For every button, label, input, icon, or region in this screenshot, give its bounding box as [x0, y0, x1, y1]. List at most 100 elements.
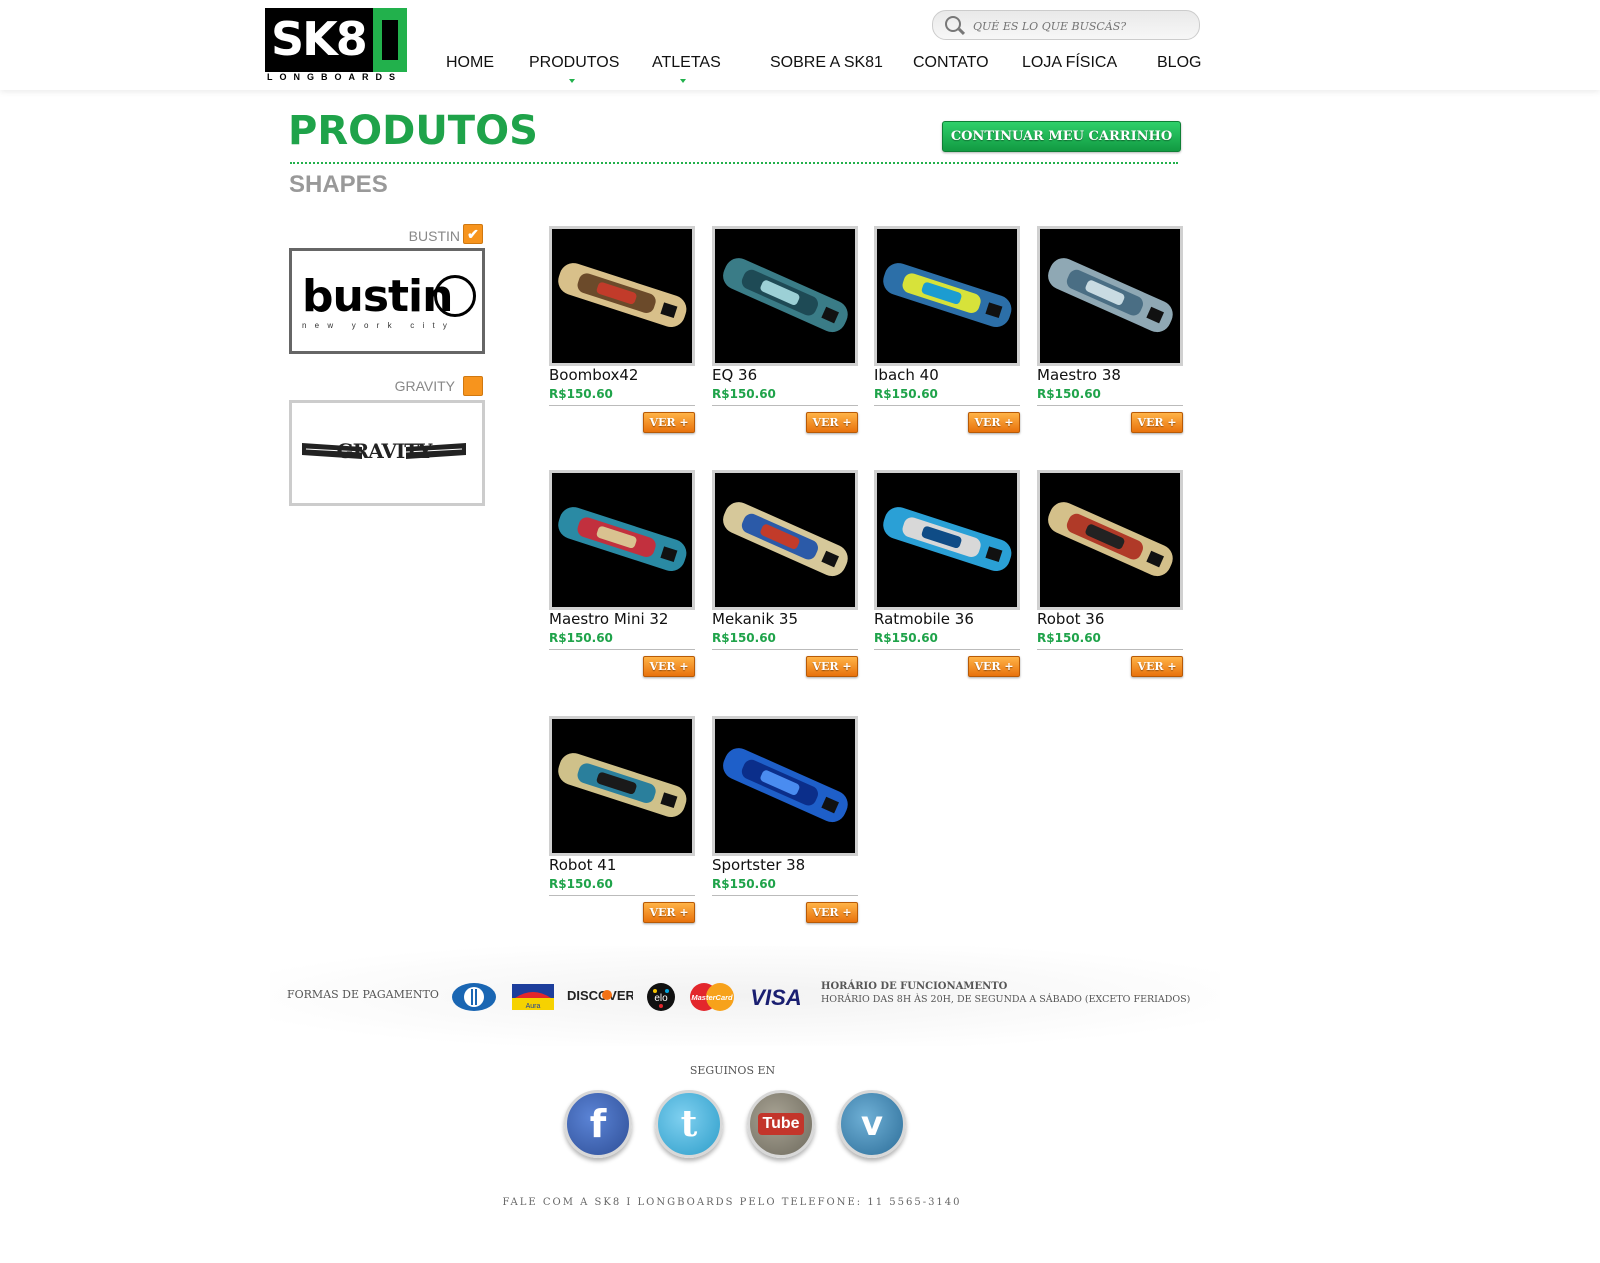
product-card[interactable]: Mekanik 35 R$150.60 VER + [712, 470, 858, 680]
search-box [932, 10, 1200, 40]
product-image[interactable] [874, 470, 1020, 610]
product-image[interactable] [549, 470, 695, 610]
nav-produtos[interactable]: PRODUTOS [529, 54, 619, 72]
view-product-button[interactable]: VER + [806, 902, 858, 923]
divider [874, 405, 1020, 406]
svg-text:DISCOVER: DISCOVER [567, 988, 633, 1003]
product-name[interactable]: Sportster 38 [712, 856, 805, 874]
product-card[interactable]: Boombox42 R$150.60 VER + [549, 226, 695, 436]
divider [1037, 649, 1183, 650]
search-icon[interactable] [945, 16, 961, 32]
product-name[interactable]: Robot 41 [549, 856, 616, 874]
svg-text:MasterCard: MasterCard [691, 993, 733, 1002]
product-name[interactable]: Maestro Mini 32 [549, 610, 668, 628]
view-product-button[interactable]: VER + [968, 656, 1020, 677]
phone-text: FALE COM A SK8 I LONGBOARDS PELO TELEFON… [502, 1197, 962, 1208]
search-input[interactable] [971, 15, 1185, 37]
product-card[interactable]: Maestro 38 R$150.60 VER + [1037, 226, 1183, 436]
gravity-logo-text: GRAVITY [336, 439, 433, 463]
nav-atletas[interactable]: ATLETAS [652, 54, 721, 72]
aura-icon: Aura [512, 984, 554, 1010]
product-price: R$150.60 [874, 631, 938, 645]
view-product-button[interactable]: VER + [806, 412, 858, 433]
divider [549, 649, 695, 650]
brand-card-bustin[interactable]: bustin n e w y o r k c i t y [289, 248, 485, 354]
logo-subtitle: LONGBOARDS [267, 72, 402, 82]
facebook-icon[interactable]: f [564, 1090, 632, 1158]
nav-contato[interactable]: CONTATO [913, 54, 989, 72]
hours-title: HORÁRIO DE FUNCIONAMENTO [821, 981, 1008, 992]
view-product-button[interactable]: VER + [1131, 656, 1183, 677]
divider [1037, 405, 1183, 406]
product-image[interactable] [712, 470, 858, 610]
product-card[interactable]: Ibach 40 R$150.60 VER + [874, 226, 1020, 436]
bustin-skater-icon [434, 275, 476, 317]
product-name[interactable]: Ratmobile 36 [874, 610, 974, 628]
view-product-button[interactable]: VER + [1131, 412, 1183, 433]
youtube-icon[interactable]: Tube [747, 1090, 815, 1158]
view-product-button[interactable]: VER + [806, 656, 858, 677]
product-image[interactable] [1037, 226, 1183, 366]
sk81-logo[interactable]: SK8 LONGBOARDS [265, 8, 407, 84]
section-title: SHAPES [289, 171, 388, 198]
checkbox-checked-icon[interactable]: ✔ [463, 224, 483, 244]
longboard-image [558, 753, 687, 818]
product-image[interactable] [712, 226, 858, 366]
product-image[interactable] [549, 716, 695, 856]
view-product-button[interactable]: VER + [643, 656, 695, 677]
twitter-icon[interactable]: t [655, 1090, 723, 1158]
site-header: SK8 LONGBOARDS HOME PRODUTOS ATLETAS SOB… [0, 0, 1600, 90]
product-name[interactable]: Robot 36 [1037, 610, 1104, 628]
nav-sobre[interactable]: SOBRE A SK81 [770, 54, 883, 72]
longboard-image [723, 502, 848, 577]
product-card[interactable]: Sportster 38 R$150.60 VER + [712, 716, 858, 926]
diners-icon [452, 983, 496, 1011]
nav-blog[interactable]: BLOG [1157, 54, 1201, 72]
product-card[interactable]: Robot 36 R$150.60 VER + [1037, 470, 1183, 680]
view-product-button[interactable]: VER + [643, 902, 695, 923]
product-name[interactable]: Ibach 40 [874, 366, 939, 384]
product-price: R$150.60 [1037, 631, 1101, 645]
brand-label-bustin[interactable]: BUSTIN [380, 228, 460, 244]
product-price: R$150.60 [549, 631, 613, 645]
longboard-image [723, 258, 848, 333]
discover-icon: DISCOVER [567, 988, 633, 1003]
longboard-image [1048, 258, 1173, 333]
product-image[interactable] [549, 226, 695, 366]
product-card[interactable]: EQ 36 R$150.60 VER + [712, 226, 858, 436]
nav-home[interactable]: HOME [446, 54, 494, 72]
continue-cart-button[interactable]: CONTINUAR MEU CARRINHO [942, 121, 1181, 152]
product-price: R$150.60 [712, 387, 776, 401]
divider [549, 405, 695, 406]
product-card[interactable]: Ratmobile 36 R$150.60 VER + [874, 470, 1020, 680]
brand-card-gravity[interactable]: GRAVITY [289, 400, 485, 506]
product-image[interactable] [874, 226, 1020, 366]
svg-text:VISA: VISA [750, 985, 801, 1010]
brand-label-gravity[interactable]: GRAVITY [375, 378, 455, 394]
visa-icon: VISA [750, 985, 801, 1010]
svg-text:Aura: Aura [526, 1003, 541, 1010]
vimeo-icon[interactable]: v [838, 1090, 906, 1158]
product-price: R$150.60 [1037, 387, 1101, 401]
product-name[interactable]: EQ 36 [712, 366, 757, 384]
nav-loja-fisica[interactable]: LOJA FÍSICA [1022, 54, 1117, 72]
checkbox-unchecked-icon[interactable] [463, 376, 483, 396]
product-price: R$150.60 [712, 877, 776, 891]
payment-label: FORMAS DE PAGAMENTO [287, 988, 439, 1001]
product-name[interactable]: Mekanik 35 [712, 610, 798, 628]
longboard-image [558, 507, 687, 572]
divider [712, 649, 858, 650]
product-card[interactable]: Robot 41 R$150.60 VER + [549, 716, 695, 926]
product-price: R$150.60 [874, 387, 938, 401]
product-name[interactable]: Maestro 38 [1037, 366, 1121, 384]
view-product-button[interactable]: VER + [968, 412, 1020, 433]
product-image[interactable] [1037, 470, 1183, 610]
product-image[interactable] [712, 716, 858, 856]
bustin-logo-subtitle: n e w y o r k c i t y [302, 321, 450, 330]
bustin-logo-text: bustin [302, 271, 453, 322]
svg-text:elo: elo [654, 993, 668, 1004]
view-product-button[interactable]: VER + [643, 412, 695, 433]
longboard-image [723, 748, 848, 823]
product-name[interactable]: Boombox42 [549, 366, 638, 384]
product-card[interactable]: Maestro Mini 32 R$150.60 VER + [549, 470, 695, 680]
